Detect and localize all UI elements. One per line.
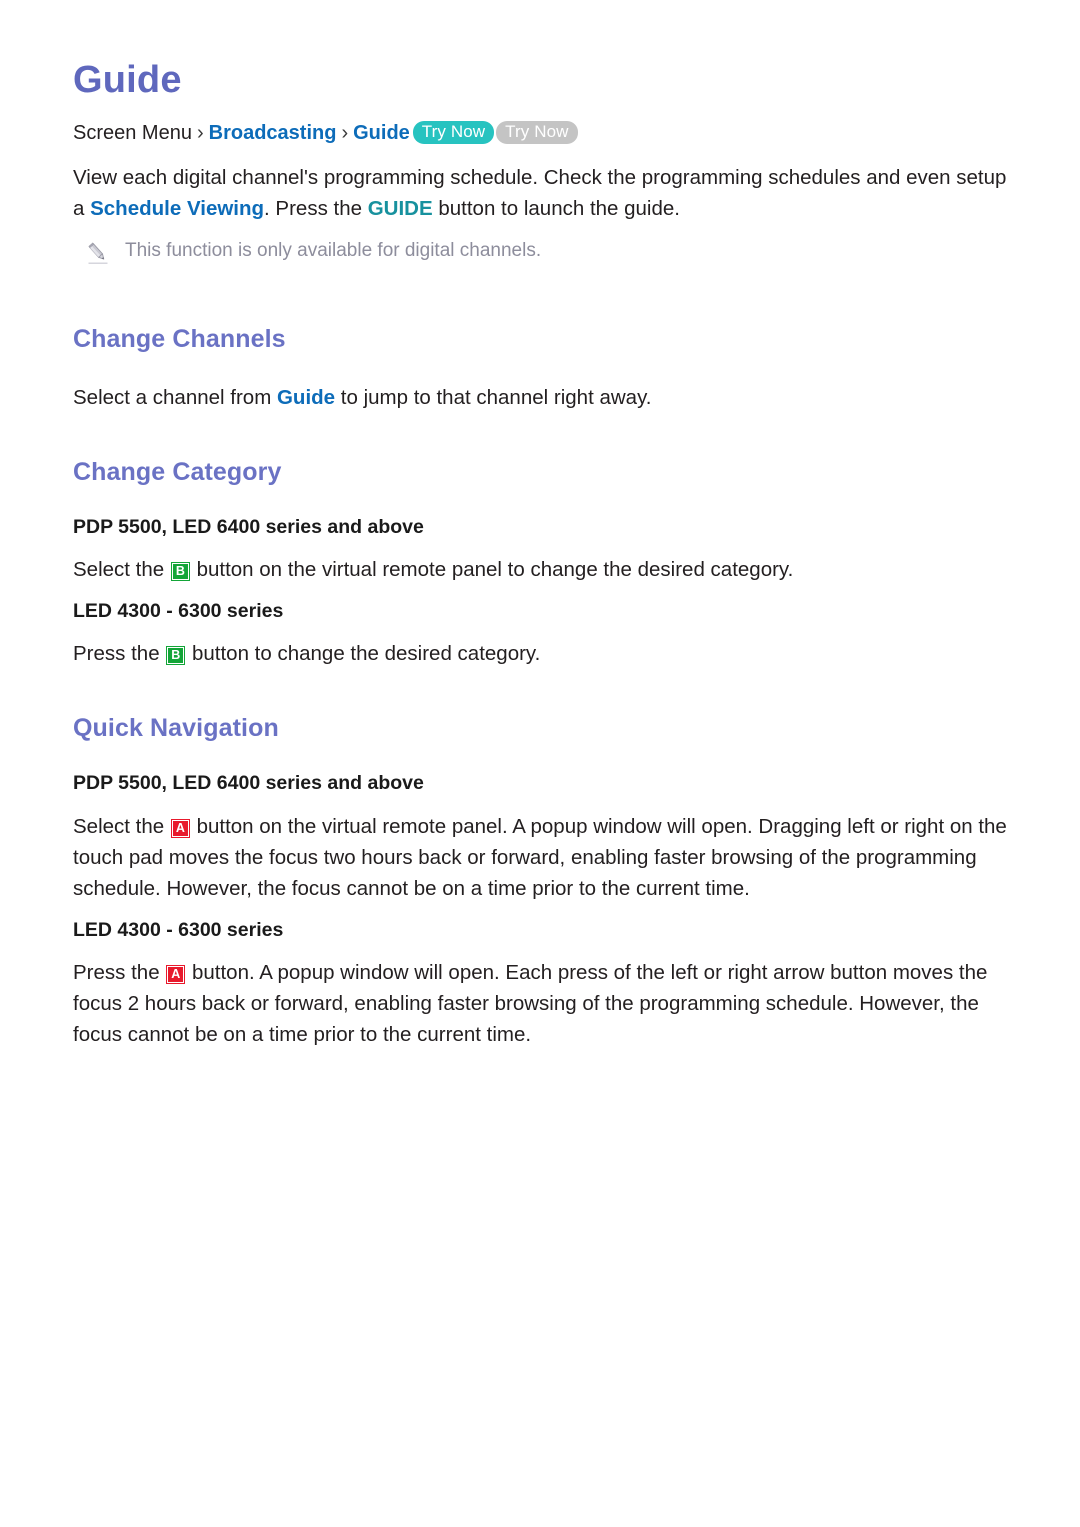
change-category-text-post-1: button on the virtual remote panel to ch… bbox=[190, 558, 794, 582]
change-category-paragraph-2: Press the B button to change the desired… bbox=[73, 638, 1018, 669]
subheading-pdp5500-led6400-category: PDP 5500, LED 6400 series and above bbox=[73, 515, 424, 538]
schedule-viewing-link[interactable]: Schedule Viewing bbox=[90, 197, 264, 220]
a-button-key-icon: A bbox=[171, 819, 189, 837]
quick-navigation-paragraph-2: Press the A button. A popup window will … bbox=[73, 957, 1018, 1050]
a-button-key-icon: A bbox=[167, 966, 185, 984]
intro-text-part-3: button to launch the guide. bbox=[432, 196, 680, 220]
note-row: This function is only available for digi… bbox=[73, 238, 1018, 266]
subheading-led4300-6300-navigation: LED 4300 - 6300 series bbox=[73, 918, 284, 941]
breadcrumb-root: Screen Menu bbox=[73, 121, 192, 144]
pencil-icon bbox=[85, 240, 111, 266]
section-heading-quick-navigation: Quick Navigation bbox=[73, 714, 279, 743]
try-now-badge-secondary[interactable]: Try Now bbox=[496, 120, 578, 144]
try-now-badge-primary[interactable]: Try Now bbox=[412, 120, 495, 144]
change-channels-text-pre: Select a channel from bbox=[73, 385, 277, 409]
change-category-text-pre-1: Select the bbox=[73, 558, 170, 582]
section-heading-change-category: Change Category bbox=[73, 457, 282, 486]
intro-paragraph: View each digital channel's programming … bbox=[73, 162, 1018, 224]
change-category-paragraph-1: Select the B button on the virtual remot… bbox=[73, 554, 1018, 585]
quick-navigation-paragraph-1: Select the A button on the virtual remot… bbox=[73, 811, 1018, 904]
section-heading-change-channels: Change Channels bbox=[73, 324, 286, 353]
quick-navigation-text-post-2: button. A popup window will open. Each p… bbox=[73, 961, 988, 1047]
subheading-led4300-6300-category: LED 4300 - 6300 series bbox=[73, 600, 284, 623]
breadcrumb-separator-2: › bbox=[341, 121, 349, 144]
quick-navigation-text-post-1: button on the virtual remote panel. A po… bbox=[73, 814, 1007, 900]
b-button-key-icon: B bbox=[167, 647, 185, 665]
change-channels-paragraph: Select a channel from Guide to jump to t… bbox=[73, 382, 1018, 413]
quick-navigation-text-pre-2: Press the bbox=[73, 961, 166, 985]
change-category-text-pre-2: Press the bbox=[73, 642, 166, 666]
page-title: Guide bbox=[73, 59, 182, 101]
b-button-key-icon: B bbox=[171, 563, 189, 581]
breadcrumb: Screen Menu › Broadcasting › Guide Try Now Try… bbox=[73, 118, 1018, 148]
breadcrumb-item-broadcasting[interactable]: Broadcasting bbox=[209, 122, 337, 144]
breadcrumb-item-guide[interactable]: Guide bbox=[353, 122, 410, 144]
guide-button-link[interactable]: GUIDE bbox=[368, 197, 433, 220]
note-text: This function is only available for digi… bbox=[125, 239, 542, 261]
quick-navigation-text-pre-1: Select the bbox=[73, 814, 170, 838]
change-category-text-post-2: button to change the desired category. bbox=[186, 642, 541, 666]
subheading-pdp5500-led6400-navigation: PDP 5500, LED 6400 series and above bbox=[73, 772, 424, 795]
breadcrumb-separator-1: › bbox=[196, 121, 204, 144]
guide-link[interactable]: Guide bbox=[277, 386, 335, 409]
change-channels-text-post: to jump to that channel right away. bbox=[335, 385, 652, 409]
document-page: Guide Screen Menu › Broadcasting › Guide Try … bbox=[0, 0, 1080, 1527]
intro-text-part-2: . Press the bbox=[264, 196, 368, 220]
